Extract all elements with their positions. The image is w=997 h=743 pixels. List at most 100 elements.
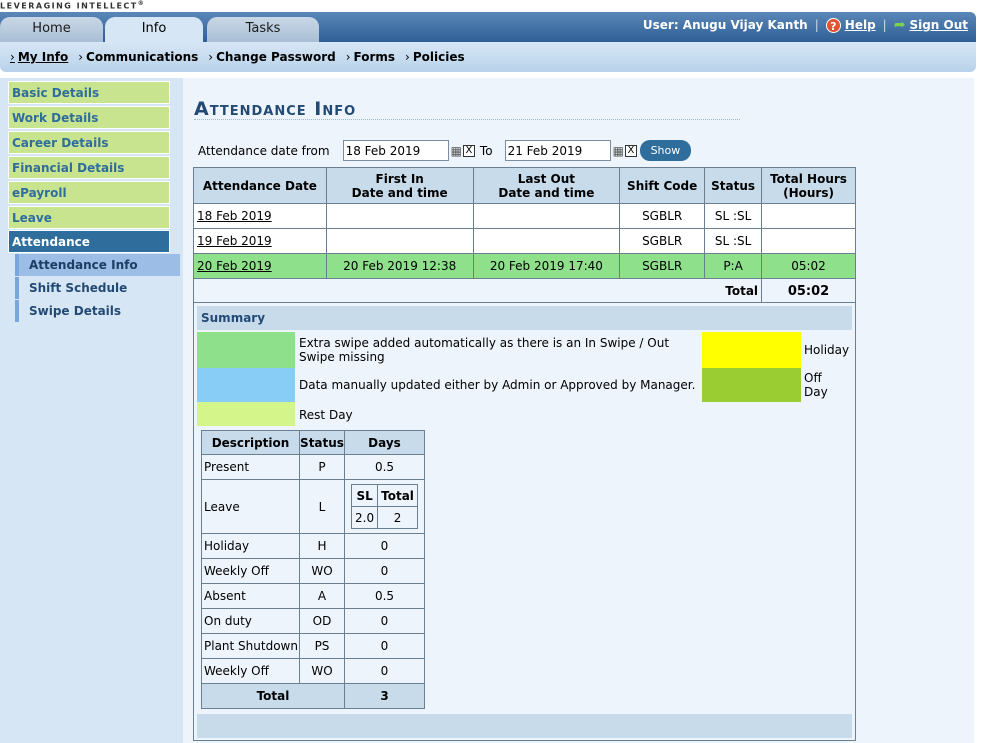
leave-breakdown-table: SL Total 2.0 2 <box>351 484 418 529</box>
attendance-table: Attendance Date First In Date and time La… <box>192 167 856 304</box>
stats-row: Weekly Off WO 0 <box>201 558 425 584</box>
col-last-out: Last Out Date and time <box>472 167 621 204</box>
clear-icon[interactable]: X <box>462 144 475 157</box>
page-title: Attendance Info <box>194 98 357 120</box>
signout-arrow-icon[interactable]: ➦ <box>894 17 906 33</box>
col-shift-code: Shift Code <box>619 167 706 204</box>
col-status: Status <box>704 167 763 204</box>
summary-stats-table: Description Status Days Present P 0.5 Le… <box>201 430 425 709</box>
to-date-input[interactable] <box>504 140 611 161</box>
stats-total-value: 3 <box>344 683 425 709</box>
stat-days: 0.5 <box>344 454 425 480</box>
stats-total-label: Total <box>201 683 345 709</box>
leave-total-header: Total <box>377 484 418 507</box>
user-label: User: Anugu Vijay Kanth <box>642 18 808 32</box>
separator: | <box>814 18 819 32</box>
sidebar-item-leave[interactable]: Leave <box>8 206 170 229</box>
from-label: Attendance date from <box>198 143 330 158</box>
help-link[interactable]: Help <box>845 18 876 32</box>
calendar-icon[interactable]: ▦ <box>451 144 462 158</box>
col-days: Days <box>344 430 425 455</box>
signout-link[interactable]: Sign Out <box>909 18 968 32</box>
from-date-input[interactable] <box>342 140 449 161</box>
stat-days: 0 <box>344 633 425 659</box>
show-button[interactable]: Show <box>639 140 691 161</box>
stat-days: 0 <box>344 658 425 684</box>
col-first-in: First In Date and time <box>325 167 474 204</box>
legend-text-holiday: Holiday <box>804 343 850 357</box>
stat-status: A <box>299 583 345 609</box>
tab-info[interactable]: Info <box>105 17 203 44</box>
first-in-cell: 20 Feb 2019 12:38 <box>325 253 474 279</box>
stat-days: 0 <box>344 558 425 584</box>
leave-sl-value: 2.0 <box>351 506 379 529</box>
legend-swatch-extra-swipe <box>197 332 295 368</box>
legend-text-extra-swipe: Extra swipe added automatically as there… <box>299 336 670 364</box>
help-icon[interactable]: ? <box>825 17 841 33</box>
stats-row: Absent A 0.5 <box>201 583 425 609</box>
to-label: To <box>479 143 493 158</box>
leave-sl-header: SL <box>351 484 379 507</box>
stats-row: On duty OD 0 <box>201 608 425 634</box>
brand-tagline: LEVERAGING INTELLECT® <box>0 0 146 11</box>
status-cell: SL :SL <box>704 203 763 229</box>
sidebar-subitem-shift-schedule[interactable]: Shift Schedule <box>15 277 180 299</box>
sidebar-item-financial-details[interactable]: Financial Details <box>8 156 170 179</box>
stat-desc: Leave <box>201 479 300 534</box>
stats-row: Leave L SL Total 2.0 2 <box>201 479 425 534</box>
sidebar-item-career-details[interactable]: Career Details <box>8 131 170 154</box>
sidebar-item-work-details[interactable]: Work Details <box>8 106 170 129</box>
summary-footer <box>197 714 852 738</box>
col-attendance-date: Attendance Date <box>193 167 327 204</box>
stats-row: Plant Shutdown PS 0 <box>201 633 425 659</box>
subnav-communications[interactable]: Communications <box>78 50 198 64</box>
last-out-cell: 20 Feb 2019 17:40 <box>472 253 621 279</box>
stat-desc: Weekly Off <box>201 558 300 584</box>
sidebar-subitem-attendance-info[interactable]: Attendance Info <box>15 254 180 276</box>
date-link[interactable]: 20 Feb 2019 <box>193 253 327 279</box>
hours-cell: 05:02 <box>761 253 856 279</box>
stats-total-row: Total 3 <box>201 683 425 709</box>
date-link[interactable]: 19 Feb 2019 <box>193 228 327 254</box>
subnav-policies[interactable]: Policies <box>405 50 465 64</box>
total-label: Total <box>192 278 762 304</box>
sidebar-subitem-swipe-details[interactable]: Swipe Details <box>15 300 180 322</box>
sidebar-item-basic-details[interactable]: Basic Details <box>8 81 170 104</box>
first-in-cell <box>325 203 474 229</box>
tab-home[interactable]: Home <box>0 17 103 42</box>
stat-status: L <box>299 479 345 534</box>
stat-days: 0 <box>344 533 425 559</box>
table-row: 20 Feb 2019 20 Feb 2019 12:38 20 Feb 201… <box>193 253 856 279</box>
legend-text-manual: Data manually updated either by Admin or… <box>299 378 696 392</box>
stats-row: Weekly Off WO 0 <box>201 658 425 684</box>
last-out-cell <box>472 228 621 254</box>
table-header-row: Attendance Date First In Date and time La… <box>193 167 856 204</box>
status-cell: P:A <box>704 253 763 279</box>
tab-tasks[interactable]: Tasks <box>207 17 319 42</box>
stat-days: 0 <box>344 608 425 634</box>
legend-swatch-rest-day <box>197 402 295 426</box>
stat-status: OD <box>299 608 345 634</box>
user-box: User: Anugu Vijay Kanth | ? Help | ➦ Sig… <box>643 17 968 33</box>
stats-row: Holiday H 0 <box>201 533 425 559</box>
sidebar-item-epayroll[interactable]: ePayroll <box>8 181 170 204</box>
stat-desc: Absent <box>201 583 300 609</box>
date-link[interactable]: 18 Feb 2019 <box>193 203 327 229</box>
stat-desc: On duty <box>201 608 300 634</box>
sidebar-item-attendance[interactable]: Attendance <box>8 230 170 253</box>
shift-cell: SGBLR <box>619 203 706 229</box>
separator: | <box>882 18 887 32</box>
sidebar: Basic Details Work Details Career Detail… <box>0 78 183 743</box>
shift-cell: SGBLR <box>619 253 706 279</box>
col-description: Description <box>201 430 300 455</box>
col-total-hours: Total Hours (Hours) <box>761 167 856 204</box>
sub-navigation: My Info Communications Change Password F… <box>0 42 976 72</box>
title-divider <box>194 119 740 120</box>
subnav-my-info[interactable]: My Info <box>10 50 68 64</box>
subnav-forms[interactable]: Forms <box>346 50 396 64</box>
calendar-icon[interactable]: ▦ <box>613 144 624 158</box>
clear-icon[interactable]: X <box>624 144 637 157</box>
legend-swatch-off-day <box>702 368 801 402</box>
status-cell: SL :SL <box>704 228 763 254</box>
subnav-change-password[interactable]: Change Password <box>208 50 336 64</box>
